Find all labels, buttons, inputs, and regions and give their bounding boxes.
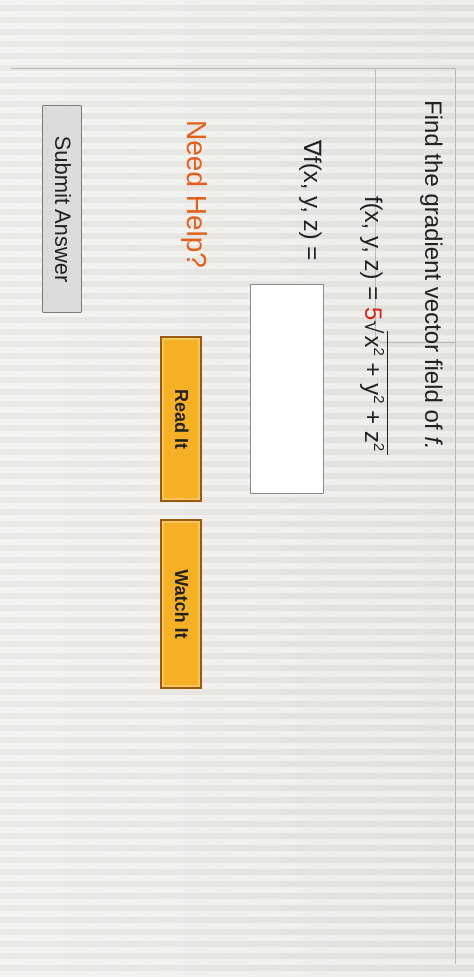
radicand-z: z bbox=[359, 430, 386, 443]
exponent-x: 2 bbox=[370, 347, 387, 356]
plus-1: + bbox=[359, 355, 386, 384]
question-stage: Find the gradient vector field of f. f(x… bbox=[0, 0, 474, 977]
exponent-z: 2 bbox=[370, 442, 387, 452]
question-variable: f. bbox=[419, 436, 446, 450]
question-prompt: Find the gradient vector field of f. bbox=[418, 100, 446, 450]
radicand-y: y bbox=[359, 383, 386, 396]
read-it-button[interactable]: Read It bbox=[160, 336, 202, 502]
function-lhs: f(x, y, z) = bbox=[359, 196, 386, 307]
radicand: x2 + y2 + z2 bbox=[358, 331, 388, 456]
submit-answer-button[interactable]: Submit Answer bbox=[42, 105, 82, 313]
plus-2: + bbox=[359, 403, 386, 431]
function-coefficient: 5 bbox=[359, 306, 386, 321]
function-definition: f(x, y, z) = 5√x2 + y2 + z2 bbox=[358, 196, 388, 456]
watch-it-button[interactable]: Watch It bbox=[160, 519, 202, 689]
gradient-label: ∇f(x, y, z) = bbox=[298, 140, 325, 261]
radicand-x: x bbox=[359, 335, 386, 348]
need-help-heading: Need Help? bbox=[181, 120, 212, 268]
answer-input[interactable] bbox=[250, 284, 324, 494]
question-prompt-text: Find the gradient vector field of bbox=[419, 100, 446, 430]
